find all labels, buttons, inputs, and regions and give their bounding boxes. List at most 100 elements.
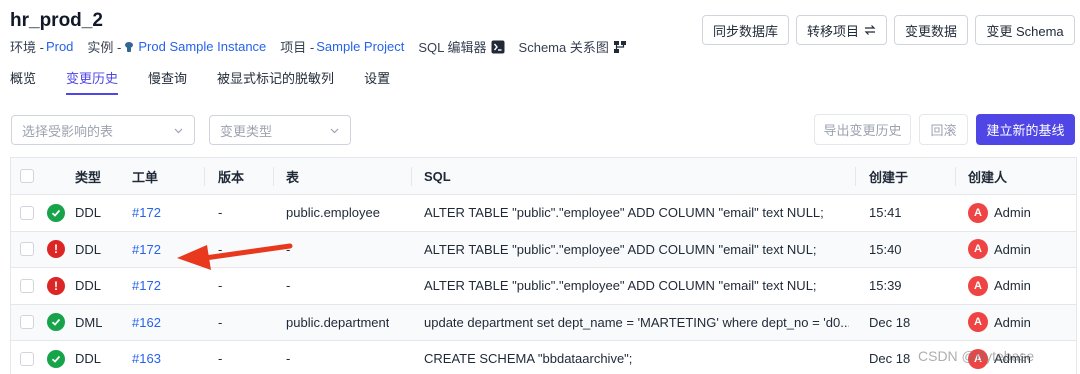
transfer-project-button[interactable]: 转移项目 <box>796 15 887 45</box>
database-meta: 环境 - Prod 实例 - Prod Sample Instance 项目 -… <box>10 37 641 56</box>
row-sql: update department set dept_name = 'MARTE… <box>424 314 849 330</box>
change-schema-label: 变更 Schema <box>986 23 1064 39</box>
avatar: A <box>968 275 988 296</box>
project-link[interactable]: Sample Project <box>316 39 404 54</box>
column-creator: 创建人 <box>968 169 1008 185</box>
table-header-row: 类型 工单 版本 表 SQL 创建于 创建人 <box>11 158 1076 195</box>
transfer-project-label: 转移项目 <box>806 23 859 39</box>
column-divider <box>955 167 956 186</box>
row-version: - <box>218 314 223 330</box>
select-all-checkbox[interactable] <box>20 169 34 183</box>
row-issue-link[interactable]: #172 <box>132 195 161 231</box>
row-sql: CREATE SCHEMA "bbdataarchive"; <box>424 351 633 367</box>
row-checkbox[interactable] <box>20 278 34 293</box>
row-tables: public.employee <box>286 205 380 221</box>
establish-baseline-label: 建立新的基线 <box>986 123 1065 138</box>
column-sql: SQL <box>424 168 451 184</box>
diagram-icon <box>613 40 626 53</box>
table-row[interactable]: DDL #172 - public.employee ALTER TABLE "… <box>11 195 1076 232</box>
column-divider <box>855 167 856 186</box>
table-row[interactable]: ! DDL #172 - - ALTER TABLE "public"."emp… <box>11 231 1076 268</box>
row-creator: Admin <box>994 278 1031 294</box>
project-label: 项目 - <box>280 40 315 55</box>
change-data-label: 变更数据 <box>904 23 957 39</box>
column-divider <box>411 167 412 186</box>
env-link[interactable]: Prod <box>46 39 73 54</box>
column-created-at: 创建于 <box>869 169 909 185</box>
chevron-down-icon <box>330 128 339 134</box>
row-checkbox[interactable] <box>20 205 34 220</box>
failed-status-icon: ! <box>47 240 65 259</box>
row-issue-link[interactable]: #163 <box>132 341 161 374</box>
rollback-button[interactable]: 回滚 <box>919 114 968 145</box>
row-type: DML <box>75 314 103 330</box>
row-creator: Admin <box>994 314 1031 330</box>
row-sql: ALTER TABLE "public"."employee" ADD COLU… <box>424 241 817 257</box>
tab-slow-query[interactable]: 慢查询 <box>148 68 187 95</box>
row-created-at: 15:40 <box>869 241 902 257</box>
sql-editor-link[interactable]: SQL 编辑器 <box>418 37 505 56</box>
row-issue-link[interactable]: #162 <box>132 305 161 341</box>
column-type: 类型 <box>75 169 102 185</box>
change-type-select[interactable]: 变更类型 <box>209 115 351 145</box>
sync-database-label: 同步数据库 <box>712 23 778 39</box>
instance-link[interactable]: Prod Sample Instance <box>138 39 266 54</box>
row-issue-link[interactable]: #172 <box>132 232 161 268</box>
env-label: 环境 - <box>10 40 44 55</box>
table-row[interactable]: DDL #163 - - CREATE SCHEMA "bbdataarchiv… <box>11 341 1076 374</box>
tab-change-history[interactable]: 变更历史 <box>66 68 119 95</box>
success-status-icon <box>47 313 65 332</box>
avatar: A <box>968 312 988 333</box>
database-title: hr_prod_2 <box>10 10 103 31</box>
instance-label: 实例 - <box>87 40 122 55</box>
row-checkbox[interactable] <box>20 242 34 257</box>
failed-status-icon: ! <box>47 276 65 295</box>
affected-tables-placeholder: 选择受影响的表 <box>22 123 114 139</box>
schema-diagram-label: Schema 关系图 <box>518 40 609 55</box>
row-version: - <box>218 351 223 367</box>
column-issue: 工单 <box>132 169 159 185</box>
chevron-down-icon <box>174 128 183 134</box>
sync-database-button[interactable]: 同步数据库 <box>702 15 789 45</box>
column-divider <box>204 167 205 186</box>
row-checkbox[interactable] <box>20 351 34 366</box>
change-data-button[interactable]: 变更数据 <box>894 15 968 45</box>
annotation-arrow-icon <box>177 243 293 270</box>
select-all-cell <box>20 158 34 194</box>
row-tables: - <box>286 351 291 367</box>
tab-masked-columns[interactable]: 被显式标记的脱敏列 <box>217 68 334 95</box>
row-created-at: 15:39 <box>869 278 902 294</box>
row-created-at: 15:41 <box>869 205 902 221</box>
row-checkbox[interactable] <box>20 315 34 330</box>
row-created-at: Dec 18 <box>869 351 911 367</box>
sql-editor-label: SQL 编辑器 <box>418 40 487 55</box>
rollback-label: 回滚 <box>930 123 957 138</box>
swap-icon <box>864 25 876 35</box>
row-type: DDL <box>75 278 102 294</box>
establish-baseline-button[interactable]: 建立新的基线 <box>976 114 1075 145</box>
change-type-placeholder: 变更类型 <box>220 123 273 139</box>
row-sql: ALTER TABLE "public"."employee" ADD COLU… <box>424 278 817 294</box>
row-tables: public.department <box>286 314 390 330</box>
column-version: 版本 <box>218 169 245 185</box>
tab-settings[interactable]: 设置 <box>364 68 390 95</box>
watermark: CSDN @Bytebase <box>918 348 1035 364</box>
export-history-button[interactable]: 导出变更历史 <box>814 114 911 145</box>
row-issue-link[interactable]: #172 <box>132 268 161 304</box>
row-sql: ALTER TABLE "public"."employee" ADD COLU… <box>424 205 824 221</box>
avatar: A <box>968 202 988 223</box>
table-row[interactable]: ! DDL #172 - - ALTER TABLE "public"."emp… <box>11 268 1076 305</box>
tab-bar: 概览 变更历史 慢查询 被显式标记的脱敏列 设置 <box>10 68 420 95</box>
schema-diagram-link[interactable]: Schema 关系图 <box>519 37 627 56</box>
row-creator: Admin <box>994 241 1031 257</box>
change-history-table: 类型 工单 版本 表 SQL 创建于 创建人 DDL #172 - public… <box>10 157 1077 374</box>
postgres-icon <box>125 41 134 52</box>
row-creator: Admin <box>994 205 1031 221</box>
change-schema-button[interactable]: 变更 Schema <box>975 15 1075 45</box>
affected-tables-select[interactable]: 选择受影响的表 <box>11 115 195 145</box>
table-row[interactable]: DML #162 - public.department update depa… <box>11 304 1076 341</box>
success-status-icon <box>47 349 65 368</box>
row-type: DDL <box>75 241 102 257</box>
tab-overview[interactable]: 概览 <box>10 68 36 95</box>
row-type: DDL <box>75 351 102 367</box>
